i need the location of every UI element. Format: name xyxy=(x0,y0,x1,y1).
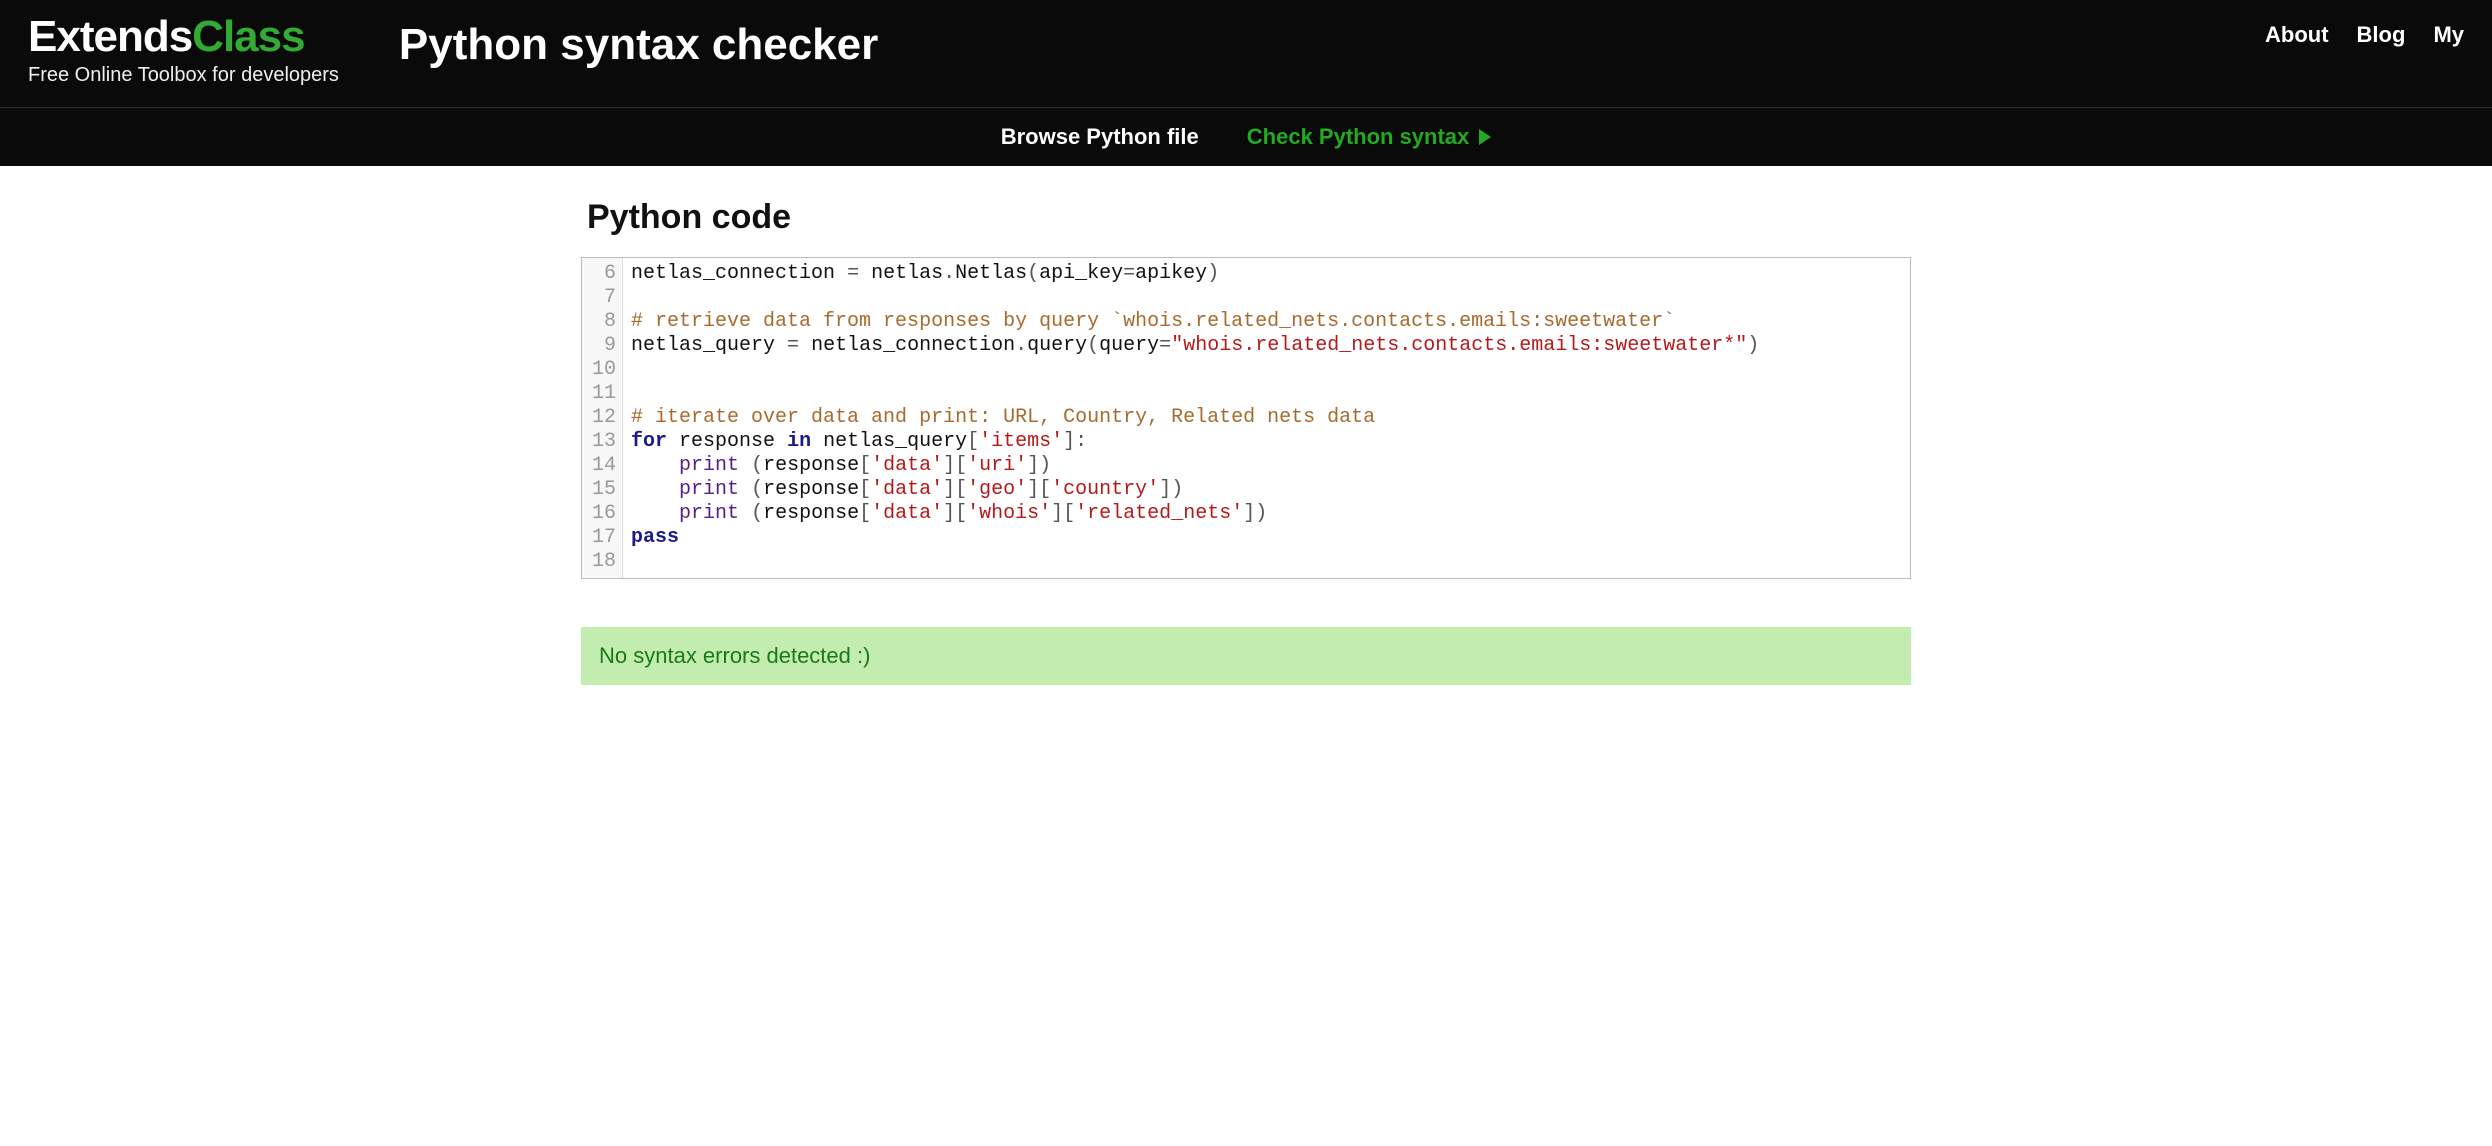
line-number: 8 xyxy=(592,310,616,334)
site-tagline: Free Online Toolbox for developers xyxy=(28,64,339,87)
code-line[interactable]: print (response['data']['whois']['relate… xyxy=(631,502,1902,526)
code-line[interactable] xyxy=(631,550,1902,574)
code-line[interactable] xyxy=(631,286,1902,310)
code-line[interactable] xyxy=(631,358,1902,382)
line-number-gutter: 6789101112131415161718 xyxy=(582,258,623,578)
code-line[interactable]: # retrieve data from responses by query … xyxy=(631,310,1902,334)
logo-part1: Extends xyxy=(28,12,192,61)
line-number: 15 xyxy=(592,478,616,502)
section-title: Python code xyxy=(581,198,1911,237)
code-line[interactable]: for response in netlas_query['items']: xyxy=(631,430,1902,454)
site-logo[interactable]: ExtendsClass xyxy=(28,12,339,62)
line-number: 14 xyxy=(592,454,616,478)
line-number: 6 xyxy=(592,262,616,286)
nav-blog[interactable]: Blog xyxy=(2357,22,2406,48)
check-syntax-button[interactable]: Check Python syntax xyxy=(1247,124,1492,150)
code-line[interactable]: netlas_connection = netlas.Netlas(api_ke… xyxy=(631,262,1902,286)
action-toolbar: Browse Python file Check Python syntax xyxy=(0,108,2492,166)
line-number: 16 xyxy=(592,502,616,526)
line-number: 17 xyxy=(592,526,616,550)
line-number: 11 xyxy=(592,382,616,406)
code-editor[interactable]: 6789101112131415161718 netlas_connection… xyxy=(581,257,1911,579)
status-message: No syntax errors detected :) xyxy=(581,627,1911,685)
line-number: 9 xyxy=(592,334,616,358)
code-line[interactable]: # iterate over data and print: URL, Coun… xyxy=(631,406,1902,430)
line-number: 10 xyxy=(592,358,616,382)
page-title: Python syntax checker xyxy=(399,20,878,70)
line-number: 12 xyxy=(592,406,616,430)
line-number: 13 xyxy=(592,430,616,454)
play-icon xyxy=(1479,129,1491,145)
check-syntax-label: Check Python syntax xyxy=(1247,124,1470,150)
line-number: 7 xyxy=(592,286,616,310)
site-header: ExtendsClass Free Online Toolbox for dev… xyxy=(0,0,2492,108)
code-line[interactable]: print (response['data']['uri']) xyxy=(631,454,1902,478)
browse-file-button[interactable]: Browse Python file xyxy=(1001,124,1199,150)
code-line[interactable]: print (response['data']['geo']['country'… xyxy=(631,478,1902,502)
code-area[interactable]: netlas_connection = netlas.Netlas(api_ke… xyxy=(623,258,1910,578)
code-line[interactable]: pass xyxy=(631,526,1902,550)
code-line[interactable]: netlas_query = netlas_connection.query(q… xyxy=(631,334,1902,358)
nav-my[interactable]: My xyxy=(2433,22,2464,48)
main-content: Python code 6789101112131415161718 netla… xyxy=(581,166,1911,725)
code-line[interactable] xyxy=(631,382,1902,406)
line-number: 18 xyxy=(592,550,616,574)
top-nav: About Blog My xyxy=(2265,22,2464,48)
logo-part2: Class xyxy=(192,12,304,61)
logo-block: ExtendsClass Free Online Toolbox for dev… xyxy=(28,12,339,87)
nav-about[interactable]: About xyxy=(2265,22,2329,48)
